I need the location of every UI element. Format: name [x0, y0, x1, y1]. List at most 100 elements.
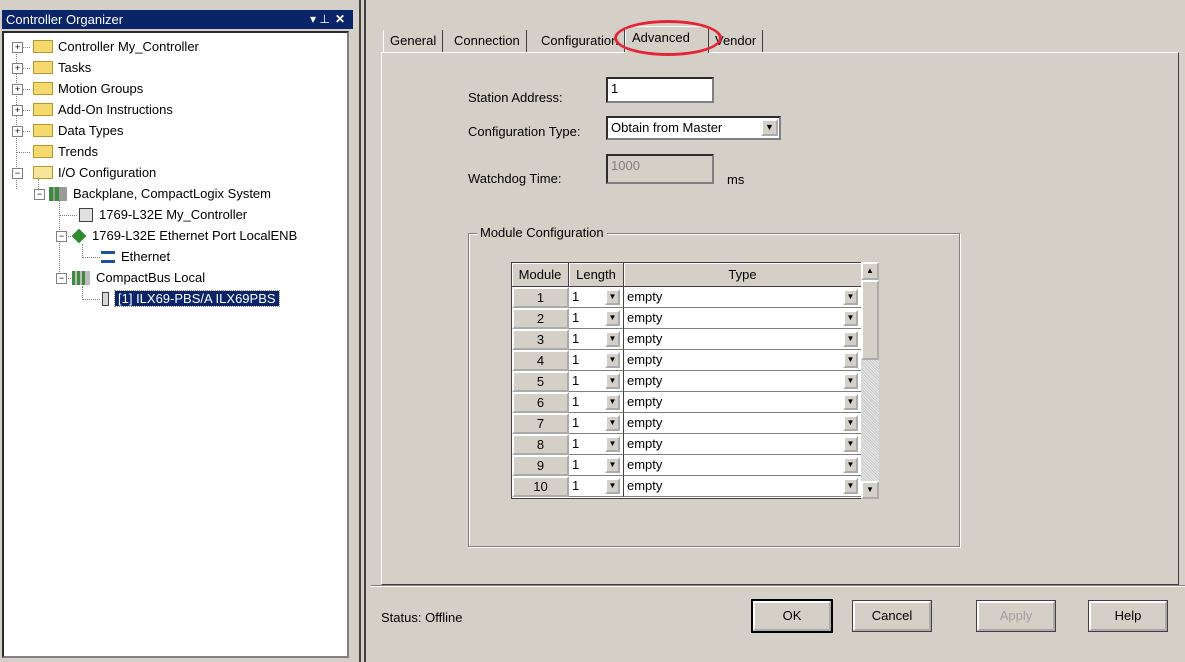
column-header-module[interactable]: Module [512, 263, 569, 287]
length-cell[interactable]: 1 ▼ [569, 392, 624, 413]
tree-item-backplane[interactable]: − Backplane, CompactLogix System [34, 184, 271, 204]
type-cell[interactable]: empty ▼ [624, 434, 862, 455]
column-header-length[interactable]: Length [569, 263, 624, 287]
chevron-down-icon[interactable]: ▼ [605, 436, 620, 452]
module-cell[interactable]: 7 [512, 413, 569, 434]
cancel-button[interactable]: Cancel [852, 600, 932, 632]
table-row[interactable]: 3 1 ▼ empty ▼ [512, 329, 862, 350]
table-row[interactable]: 5 1 ▼ empty ▼ [512, 371, 862, 392]
tab-general[interactable]: General [383, 30, 444, 52]
panel-splitter[interactable] [357, 0, 371, 662]
module-cell[interactable]: 3 [512, 329, 569, 350]
module-cell[interactable]: 5 [512, 371, 569, 392]
chevron-down-icon[interactable]: ▼ [843, 415, 858, 431]
chevron-down-icon[interactable]: ▼ [761, 119, 778, 136]
chevron-down-icon[interactable]: ▼ [843, 436, 858, 452]
help-button[interactable]: Help [1088, 600, 1168, 632]
table-row[interactable]: 6 1 ▼ empty ▼ [512, 392, 862, 413]
chevron-down-icon[interactable]: ▼ [843, 478, 858, 494]
module-cell[interactable]: 6 [512, 392, 569, 413]
chevron-down-icon[interactable]: ▼ [605, 373, 620, 389]
type-cell[interactable]: empty ▼ [624, 371, 862, 392]
scroll-thumb[interactable] [861, 280, 879, 360]
length-cell[interactable]: 1 ▼ [569, 434, 624, 455]
tree-item-motion-groups[interactable]: + Motion Groups [12, 79, 143, 99]
chevron-down-icon[interactable]: ▼ [605, 289, 620, 305]
type-cell[interactable]: empty ▼ [624, 350, 862, 371]
tab-connection[interactable]: Connection [448, 30, 527, 52]
station-address-input[interactable]: 1 [606, 77, 714, 103]
module-cell[interactable]: 2 [512, 308, 569, 329]
chevron-down-icon[interactable]: ▼ [843, 289, 858, 305]
collapse-icon[interactable]: − [34, 189, 45, 200]
length-cell[interactable]: 1 ▼ [569, 287, 624, 308]
tree-item-ilx69-module[interactable]: [1] ILX69-PBS/A ILX69PBS [102, 289, 280, 309]
tree-item-add-on-instructions[interactable]: + Add-On Instructions [12, 100, 173, 120]
table-row[interactable]: 1 1 ▼ empty ▼ [512, 287, 862, 308]
table-row[interactable]: 10 1 ▼ empty ▼ [512, 476, 862, 497]
apply-button[interactable]: Apply [976, 600, 1056, 632]
type-cell[interactable]: empty ▼ [624, 308, 862, 329]
tree-item-controller-module[interactable]: 1769-L32E My_Controller [79, 205, 247, 225]
tree-item-compactbus[interactable]: − CompactBus Local [56, 268, 205, 288]
length-cell[interactable]: 1 ▼ [569, 476, 624, 497]
chevron-down-icon[interactable]: ▼ [605, 394, 620, 410]
tree-item-controller[interactable]: + Controller My_Controller [12, 37, 199, 57]
table-row[interactable]: 2 1 ▼ empty ▼ [512, 308, 862, 329]
module-cell[interactable]: 1 [512, 287, 569, 308]
expand-icon[interactable]: + [12, 42, 23, 53]
module-cell[interactable]: 8 [512, 434, 569, 455]
chevron-down-icon[interactable]: ▼ [605, 331, 620, 347]
chevron-down-icon[interactable]: ▼ [843, 457, 858, 473]
expand-icon[interactable]: + [12, 105, 23, 116]
scroll-down-icon[interactable]: ▼ [861, 481, 879, 499]
chevron-down-icon[interactable]: ▼ [843, 394, 858, 410]
table-row[interactable]: 9 1 ▼ empty ▼ [512, 455, 862, 476]
expand-icon[interactable]: + [12, 126, 23, 137]
tree-item-tasks[interactable]: + Tasks [12, 58, 91, 78]
scroll-up-icon[interactable]: ▲ [861, 262, 879, 280]
expand-icon[interactable]: + [12, 63, 23, 74]
module-cell[interactable]: 10 [512, 476, 569, 497]
tab-configuration[interactable]: Configuration [535, 30, 626, 52]
organizer-tree[interactable]: + Controller My_Controller + Tasks + Mot… [2, 31, 349, 658]
tree-item-trends[interactable]: Trends [33, 142, 98, 162]
length-cell[interactable]: 1 ▼ [569, 455, 624, 476]
length-cell[interactable]: 1 ▼ [569, 413, 624, 434]
type-cell[interactable]: empty ▼ [624, 455, 862, 476]
type-cell[interactable]: empty ▼ [624, 329, 862, 350]
collapse-icon[interactable]: − [56, 273, 67, 284]
length-cell[interactable]: 1 ▼ [569, 329, 624, 350]
close-icon[interactable]: ✕ [335, 10, 345, 29]
chevron-down-icon[interactable]: ▼ [605, 457, 620, 473]
length-cell[interactable]: 1 ▼ [569, 350, 624, 371]
collapse-icon[interactable]: − [56, 231, 67, 242]
type-cell[interactable]: empty ▼ [624, 287, 862, 308]
length-cell[interactable]: 1 ▼ [569, 308, 624, 329]
tree-item-io-configuration[interactable]: − I/O Configuration [12, 163, 156, 183]
column-header-type[interactable]: Type [624, 263, 862, 287]
tree-item-data-types[interactable]: + Data Types [12, 121, 124, 141]
chevron-down-icon[interactable]: ▼ [843, 352, 858, 368]
tree-item-ethernet[interactable]: Ethernet [101, 247, 170, 267]
type-cell[interactable]: empty ▼ [624, 413, 862, 434]
configuration-type-select[interactable]: Obtain from Master ▼ [606, 116, 781, 140]
grid-vertical-scrollbar[interactable]: ▲ ▼ [861, 262, 879, 499]
type-cell[interactable]: empty ▼ [624, 392, 862, 413]
table-row[interactable]: 8 1 ▼ empty ▼ [512, 434, 862, 455]
collapse-icon[interactable]: − [12, 168, 23, 179]
chevron-down-icon[interactable]: ▼ [843, 331, 858, 347]
pin-icon[interactable]: ▾ ⊥ [310, 10, 330, 29]
chevron-down-icon[interactable]: ▼ [843, 373, 858, 389]
table-row[interactable]: 7 1 ▼ empty ▼ [512, 413, 862, 434]
chevron-down-icon[interactable]: ▼ [605, 352, 620, 368]
chevron-down-icon[interactable]: ▼ [605, 310, 620, 326]
module-cell[interactable]: 4 [512, 350, 569, 371]
type-cell[interactable]: empty ▼ [624, 476, 862, 497]
ok-button[interactable]: OK [751, 599, 833, 633]
chevron-down-icon[interactable]: ▼ [605, 415, 620, 431]
expand-icon[interactable]: + [12, 84, 23, 95]
table-row[interactable]: 4 1 ▼ empty ▼ [512, 350, 862, 371]
chevron-down-icon[interactable]: ▼ [843, 310, 858, 326]
chevron-down-icon[interactable]: ▼ [605, 478, 620, 494]
